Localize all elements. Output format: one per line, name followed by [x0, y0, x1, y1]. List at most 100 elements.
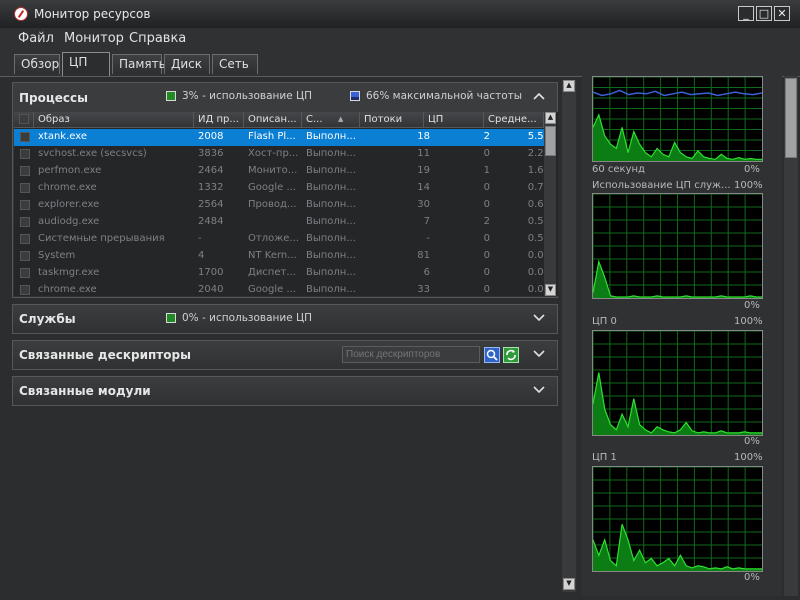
- close-button[interactable]: ✕: [774, 6, 790, 21]
- minimize-button[interactable]: _: [738, 6, 754, 21]
- process-row[interactable]: svchost.exe (secsvcs) 3836 Хост-пр... Выпол…: [14, 146, 550, 163]
- services-graph-min: 0%: [744, 300, 760, 311]
- chevron-down-icon[interactable]: [533, 314, 545, 322]
- tab-disk[interactable]: Диск: [164, 54, 210, 74]
- menu-help[interactable]: Справка: [129, 31, 186, 46]
- tab-cpu[interactable]: ЦП: [62, 52, 110, 76]
- chevron-down-icon[interactable]: [533, 350, 545, 358]
- cell-avg: 0.09: [527, 250, 550, 261]
- main-scroll-down-button[interactable]: ▼: [563, 578, 575, 590]
- menu-monitor[interactable]: Монитор: [64, 31, 124, 46]
- process-row[interactable]: taskmgr.exe 1700 Диспет... Выполн... 6 0 0.05: [14, 265, 550, 282]
- scroll-down-button[interactable]: ▼: [545, 284, 556, 296]
- cell-status: Выполн...: [306, 148, 356, 159]
- cell-image: Системные прерывания: [38, 233, 165, 244]
- cell-pid: 2464: [198, 165, 224, 176]
- tab-network[interactable]: Сеть: [212, 54, 258, 74]
- search-icon[interactable]: [484, 347, 500, 363]
- cpu1-graph-label: ЦП 1: [592, 452, 617, 463]
- tab-overview[interactable]: Обзор: [14, 54, 60, 74]
- window-title: Монитор ресурсов: [34, 7, 151, 21]
- chevron-up-icon[interactable]: [533, 92, 545, 100]
- cell-threads: 18: [417, 131, 430, 142]
- tab-memory[interactable]: Память: [112, 54, 166, 74]
- refresh-icon[interactable]: [503, 347, 519, 363]
- cell-image: System: [38, 250, 76, 261]
- column-status-label: С...: [306, 114, 323, 125]
- handles-title[interactable]: Связанные дескрипторы: [19, 348, 191, 362]
- cell-avg: 0.05: [527, 284, 550, 295]
- handles-search-input[interactable]: [342, 346, 480, 363]
- cell-status: Выполн...: [306, 267, 356, 278]
- cell-pid: 2484: [198, 216, 224, 227]
- row-checkbox[interactable]: [20, 149, 30, 159]
- select-all-header[interactable]: [14, 112, 34, 128]
- cell-status: Выполн...: [306, 233, 356, 244]
- column-average[interactable]: Средне...: [484, 112, 544, 128]
- row-checkbox[interactable]: [20, 183, 30, 193]
- row-checkbox[interactable]: [20, 234, 30, 244]
- process-row[interactable]: Системные прерывания - Отложе... Выполн... -…: [14, 231, 550, 248]
- column-image[interactable]: Образ: [34, 112, 194, 128]
- chevron-down-icon[interactable]: [533, 386, 545, 394]
- select-all-checkbox[interactable]: [19, 114, 29, 124]
- process-row[interactable]: perfmon.exe 2464 Монито... Выполн... 19 1 1.64: [14, 163, 550, 180]
- cell-threads: 6: [423, 267, 430, 278]
- row-checkbox[interactable]: [20, 166, 30, 176]
- cpu1-graph: [592, 466, 763, 572]
- row-checkbox[interactable]: [20, 200, 30, 210]
- maximize-button[interactable]: □: [756, 6, 772, 21]
- cell-desc: Flash Pl...: [248, 131, 296, 142]
- cell-cpu: 0: [483, 182, 490, 193]
- row-checkbox[interactable]: [20, 251, 30, 261]
- column-threads[interactable]: Потоки: [360, 112, 424, 128]
- row-checkbox[interactable]: [20, 285, 30, 295]
- cell-pid: -: [198, 233, 202, 244]
- process-row[interactable]: chrome.exe 2040 Google ... Выполн... 33 0 0.05: [14, 282, 550, 296]
- cell-image: taskmgr.exe: [38, 267, 100, 278]
- cpu0-graph: [592, 330, 763, 436]
- cell-desc: Отложе...: [248, 233, 299, 244]
- cell-avg: 0.61: [527, 199, 550, 210]
- column-description[interactable]: Описан...: [244, 112, 302, 128]
- column-pid[interactable]: ИД пр...: [194, 112, 244, 128]
- cell-cpu: 0: [483, 233, 490, 244]
- main-scroll-up-button[interactable]: ▲: [563, 80, 575, 92]
- cell-avg: 0.58: [527, 216, 550, 227]
- cell-status: Выполн...: [306, 199, 356, 210]
- graph-top-min-label: 0%: [744, 164, 760, 175]
- row-checkbox[interactable]: [20, 217, 30, 227]
- main-scrollbar[interactable]: [562, 80, 576, 592]
- process-row[interactable]: xtank.exe 2008 Flash Pl... Выполн... 18 2 5.53: [14, 129, 550, 146]
- process-row[interactable]: chrome.exe 1332 Google ... Выполн... 14 0 0.72: [14, 180, 550, 197]
- process-row[interactable]: System 4 NT Kern... Выполн... 81 0 0.09: [14, 248, 550, 265]
- cell-image: chrome.exe: [38, 284, 97, 295]
- processes-title[interactable]: Процессы: [19, 91, 88, 105]
- scrollbar-thumb[interactable]: [545, 126, 556, 156]
- services-cpu-legend-icon: [166, 313, 176, 323]
- cell-cpu: 2: [483, 131, 490, 142]
- cell-threads: 30: [417, 199, 430, 210]
- max-frequency-legend-icon: [350, 91, 360, 101]
- column-status[interactable]: С... ▲: [302, 112, 360, 128]
- cell-desc: Google ...: [248, 284, 296, 295]
- app-icon: [14, 7, 28, 21]
- row-checkbox[interactable]: [20, 132, 30, 142]
- services-title[interactable]: Службы: [19, 312, 76, 326]
- cell-image: explorer.exe: [38, 199, 100, 210]
- cell-pid: 2564: [198, 199, 224, 210]
- graph-scrollbar-thumb[interactable]: [785, 78, 797, 158]
- processes-cpu-usage: 3% - использование ЦП: [182, 90, 313, 102]
- modules-title[interactable]: Связанные модули: [19, 384, 151, 398]
- process-row[interactable]: audiodg.exe 2484 Выполн... 7 2 0.58: [14, 214, 550, 231]
- cpu0-graph-max: 100%: [734, 316, 763, 327]
- process-row[interactable]: explorer.exe 2564 Провод... Выполн... 30 0 0.6…: [14, 197, 550, 214]
- cell-threads: 33: [417, 284, 430, 295]
- scroll-up-button[interactable]: ▲: [545, 112, 556, 124]
- cell-threads: -: [426, 233, 430, 244]
- menu-file[interactable]: Файл: [18, 31, 54, 46]
- row-checkbox[interactable]: [20, 268, 30, 278]
- column-cpu[interactable]: ЦП: [424, 112, 484, 128]
- cell-cpu: 2: [483, 216, 490, 227]
- cell-status: Выполн...: [306, 165, 356, 176]
